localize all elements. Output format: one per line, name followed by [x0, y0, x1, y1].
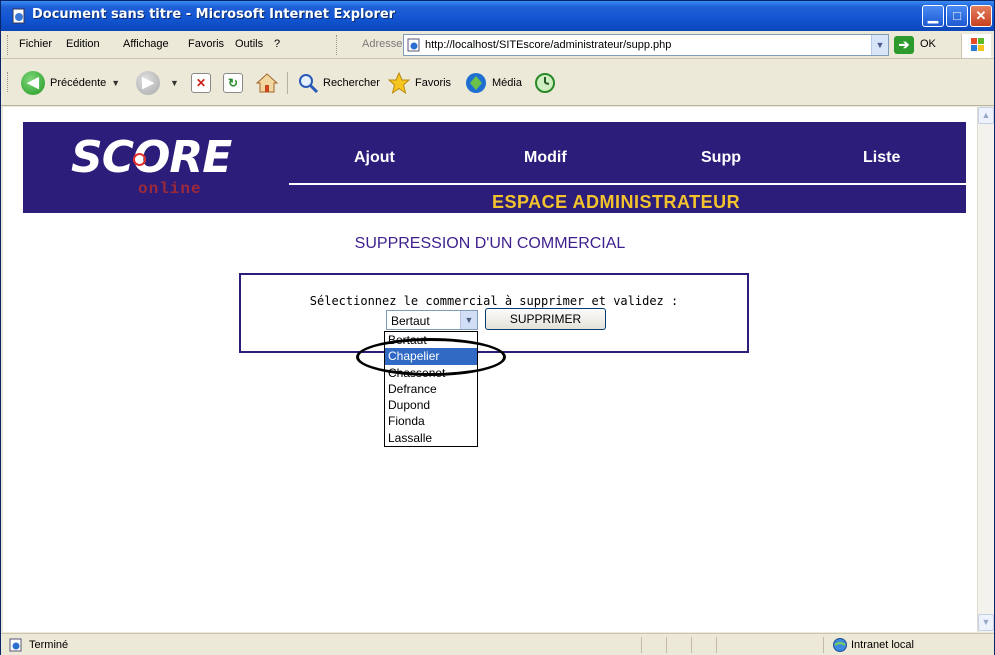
scroll-up-icon[interactable]: ▲	[978, 107, 994, 124]
search-icon	[299, 74, 319, 94]
back-button[interactable]: ◀ Précédente ▼	[21, 70, 120, 96]
delete-form: Sélectionnez le commercial à supprimer e…	[239, 273, 749, 353]
stop-icon: ✕	[191, 73, 211, 93]
address-input[interactable]: http://localhost/SITEscore/administrateu…	[425, 39, 671, 51]
menu-help[interactable]: ?	[274, 38, 280, 50]
media-label: Média	[492, 77, 522, 89]
status-divider	[823, 637, 824, 653]
status-divider	[691, 637, 692, 653]
back-label: Précédente	[50, 77, 107, 89]
star-icon	[387, 71, 411, 95]
windows-logo-icon	[961, 34, 991, 58]
address-bar[interactable]: http://localhost/SITEscore/administrateu…	[403, 34, 889, 56]
intranet-globe-icon	[833, 638, 847, 652]
browser-window: Document sans titre - Microsoft Internet…	[0, 0, 995, 655]
security-zone: Intranet local	[851, 639, 914, 651]
back-arrow-icon: ◀	[21, 71, 45, 95]
home-icon	[255, 73, 279, 93]
toolbar-grip[interactable]	[336, 35, 339, 55]
address-label: Adresse	[362, 38, 403, 50]
chevron-down-icon[interactable]: ▼	[111, 78, 120, 88]
search-button[interactable]: Rechercher	[297, 70, 380, 96]
select-value: Bertaut	[391, 314, 430, 328]
espace-title: ESPACE ADMINISTRATEUR	[492, 192, 741, 212]
menu-affichage[interactable]: Affichage	[123, 38, 169, 50]
option-lassalle[interactable]: Lassalle	[385, 430, 477, 446]
score-logo[interactable]: SCORE	[71, 132, 232, 183]
minimize-button[interactable]: ▁	[922, 5, 944, 27]
header-divider	[289, 183, 966, 185]
window-title: Document sans titre - Microsoft Internet…	[32, 7, 396, 22]
nav-modif[interactable]: Modif	[524, 149, 567, 167]
form-instruction: Sélectionnez le commercial à supprimer e…	[309, 294, 679, 308]
favorites-button[interactable]: Favoris	[387, 70, 451, 96]
scroll-down-icon[interactable]: ▼	[978, 614, 994, 631]
media-icon	[466, 73, 486, 93]
refresh-button[interactable]: ↻	[223, 70, 243, 96]
status-divider	[716, 637, 717, 653]
chevron-down-icon[interactable]: ▼	[170, 78, 179, 88]
status-bar: Terminé Intranet local	[1, 633, 994, 655]
search-label: Rechercher	[323, 77, 380, 89]
history-icon	[535, 73, 555, 93]
menu-favoris[interactable]: Favoris	[188, 38, 224, 50]
nav-ajout[interactable]: Ajout	[354, 149, 395, 167]
page-viewport: SCORE online Ajout Modif Supp Liste ESPA…	[3, 107, 977, 632]
supprimer-button[interactable]: SUPPRIMER	[485, 308, 606, 330]
refresh-icon: ↻	[223, 73, 243, 93]
menu-edition[interactable]: Edition	[66, 38, 100, 50]
navigation-toolbar: ◀ Précédente ▼ ▶ ▼ ✕ ↻ Rechercher Favori…	[1, 60, 994, 106]
ie-page-icon	[12, 8, 25, 24]
page-title: SUPPRESSION D'UN COMMERCIAL	[354, 235, 626, 252]
site-header: SCORE online Ajout Modif Supp Liste ESPA…	[23, 122, 966, 213]
chevron-down-icon[interactable]: ▼	[871, 35, 888, 55]
go-arrow-icon[interactable]: ➔	[894, 36, 914, 54]
chevron-down-icon[interactable]: ▼	[460, 311, 477, 329]
nav-liste[interactable]: Liste	[863, 149, 900, 167]
logo-target-icon	[133, 153, 146, 166]
menu-fichier[interactable]: Fichier	[19, 38, 52, 50]
nav-supp[interactable]: Supp	[701, 149, 741, 167]
status-divider	[666, 637, 667, 653]
stop-button[interactable]: ✕	[191, 70, 211, 96]
option-dupond[interactable]: Dupond	[385, 397, 477, 413]
favorites-label: Favoris	[415, 77, 452, 89]
home-button[interactable]	[255, 70, 279, 96]
option-fionda[interactable]: Fionda	[385, 413, 477, 429]
status-text: Terminé	[29, 639, 69, 651]
title-bar[interactable]: Document sans titre - Microsoft Internet…	[1, 1, 994, 31]
commercial-select[interactable]: Bertaut ▼	[386, 310, 478, 330]
forward-button[interactable]: ▶ ▼	[136, 70, 179, 96]
toolbar-grip[interactable]	[7, 35, 10, 55]
page-icon	[407, 38, 420, 52]
menu-bar: Fichier Edition Affichage Favoris Outils…	[1, 31, 994, 59]
forward-arrow-icon: ▶	[136, 71, 160, 95]
maximize-button[interactable]: □	[946, 5, 968, 27]
vertical-scrollbar[interactable]: ▲ ▼	[977, 107, 994, 632]
highlight-ellipse	[356, 338, 506, 376]
status-divider	[641, 637, 642, 653]
logo-subtitle: online	[138, 180, 202, 198]
go-button[interactable]: OK	[920, 38, 936, 50]
option-defrance[interactable]: Defrance	[385, 381, 477, 397]
close-button[interactable]: ✕	[970, 5, 992, 27]
media-button[interactable]: Média	[464, 70, 522, 96]
history-button[interactable]	[533, 70, 557, 96]
menu-outils[interactable]: Outils	[235, 38, 263, 50]
toolbar-grip[interactable]	[7, 72, 10, 92]
page-done-icon	[9, 638, 22, 652]
toolbar-separator	[287, 72, 288, 94]
